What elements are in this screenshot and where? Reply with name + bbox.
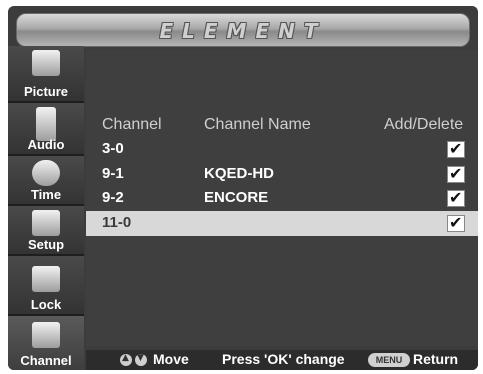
column-header-channel: Channel [102,116,162,133]
sidebar-item-label: Channel [20,353,72,368]
add-delete-checkbox[interactable]: ✔ [447,139,465,158]
sidebar-item-audio[interactable]: Audio [8,103,84,156]
channel-number: 11-0 [102,214,132,231]
sidebar-item-time[interactable]: Time [8,156,84,206]
add-delete-checkbox[interactable]: ✔ [447,188,465,207]
tools-icon [32,210,60,236]
move-hint: Move [153,351,189,367]
channel-number: 3-0 [102,140,124,157]
return-hint: Return [413,351,459,367]
tv-icon [32,322,60,348]
arrow-down-icon: ▼ [135,353,147,366]
change-hint: Press 'OK' change [222,351,345,367]
checkmark-icon: ✔ [449,188,463,207]
channel-row[interactable]: 3-0 ✔ [86,137,478,162]
channel-number: 9-1 [102,165,124,182]
picture-icon [32,50,60,76]
channel-name: KQED-HD [204,165,274,182]
channel-row-selected[interactable]: 11-0 ✔ [86,211,478,236]
sidebar-item-setup[interactable]: Setup [8,206,84,256]
sidebar-item-label: Lock [30,297,62,312]
footer-hints: ▲ ▼ Move Press 'OK' change MENU Return [86,350,478,370]
brand-header: ELEMENT [16,13,470,47]
sidebar-item-label: Audio [27,137,65,152]
column-header-add-delete: Add/Delete [384,116,464,133]
sidebar-item-picture[interactable]: Picture [8,46,84,103]
lock-icon [32,266,60,292]
channel-row[interactable]: 9-1 KQED-HD ✔ [86,162,478,187]
channel-number: 9-2 [102,189,124,206]
brand-logo: ELEMENT [159,19,327,43]
osd-screen: ELEMENT Picture Audio Time Setup Lock Ch… [8,6,478,370]
sidebar-menu: Picture Audio Time Setup Lock Channel [8,46,84,370]
checkmark-icon: ✔ [449,164,463,183]
sidebar-item-label: Time [30,187,62,202]
sidebar-item-label: Setup [27,237,65,252]
menu-button-icon: MENU [368,353,410,367]
column-header-channel-name: Channel Name [204,116,311,133]
speaker-icon [36,107,56,141]
channel-name: ENCORE [204,189,269,206]
add-delete-checkbox[interactable]: ✔ [447,164,465,183]
sidebar-item-lock[interactable]: Lock [8,256,84,316]
sidebar-item-label: Picture [23,84,69,99]
checkmark-icon: ✔ [449,213,463,232]
arrow-up-icon: ▲ [120,353,132,366]
add-delete-checkbox[interactable]: ✔ [447,213,465,232]
checkmark-icon: ✔ [449,139,463,158]
channel-row[interactable]: 9-2 ENCORE ✔ [86,186,478,211]
sidebar-item-channel[interactable]: Channel [8,316,84,370]
clock-icon [32,160,60,186]
